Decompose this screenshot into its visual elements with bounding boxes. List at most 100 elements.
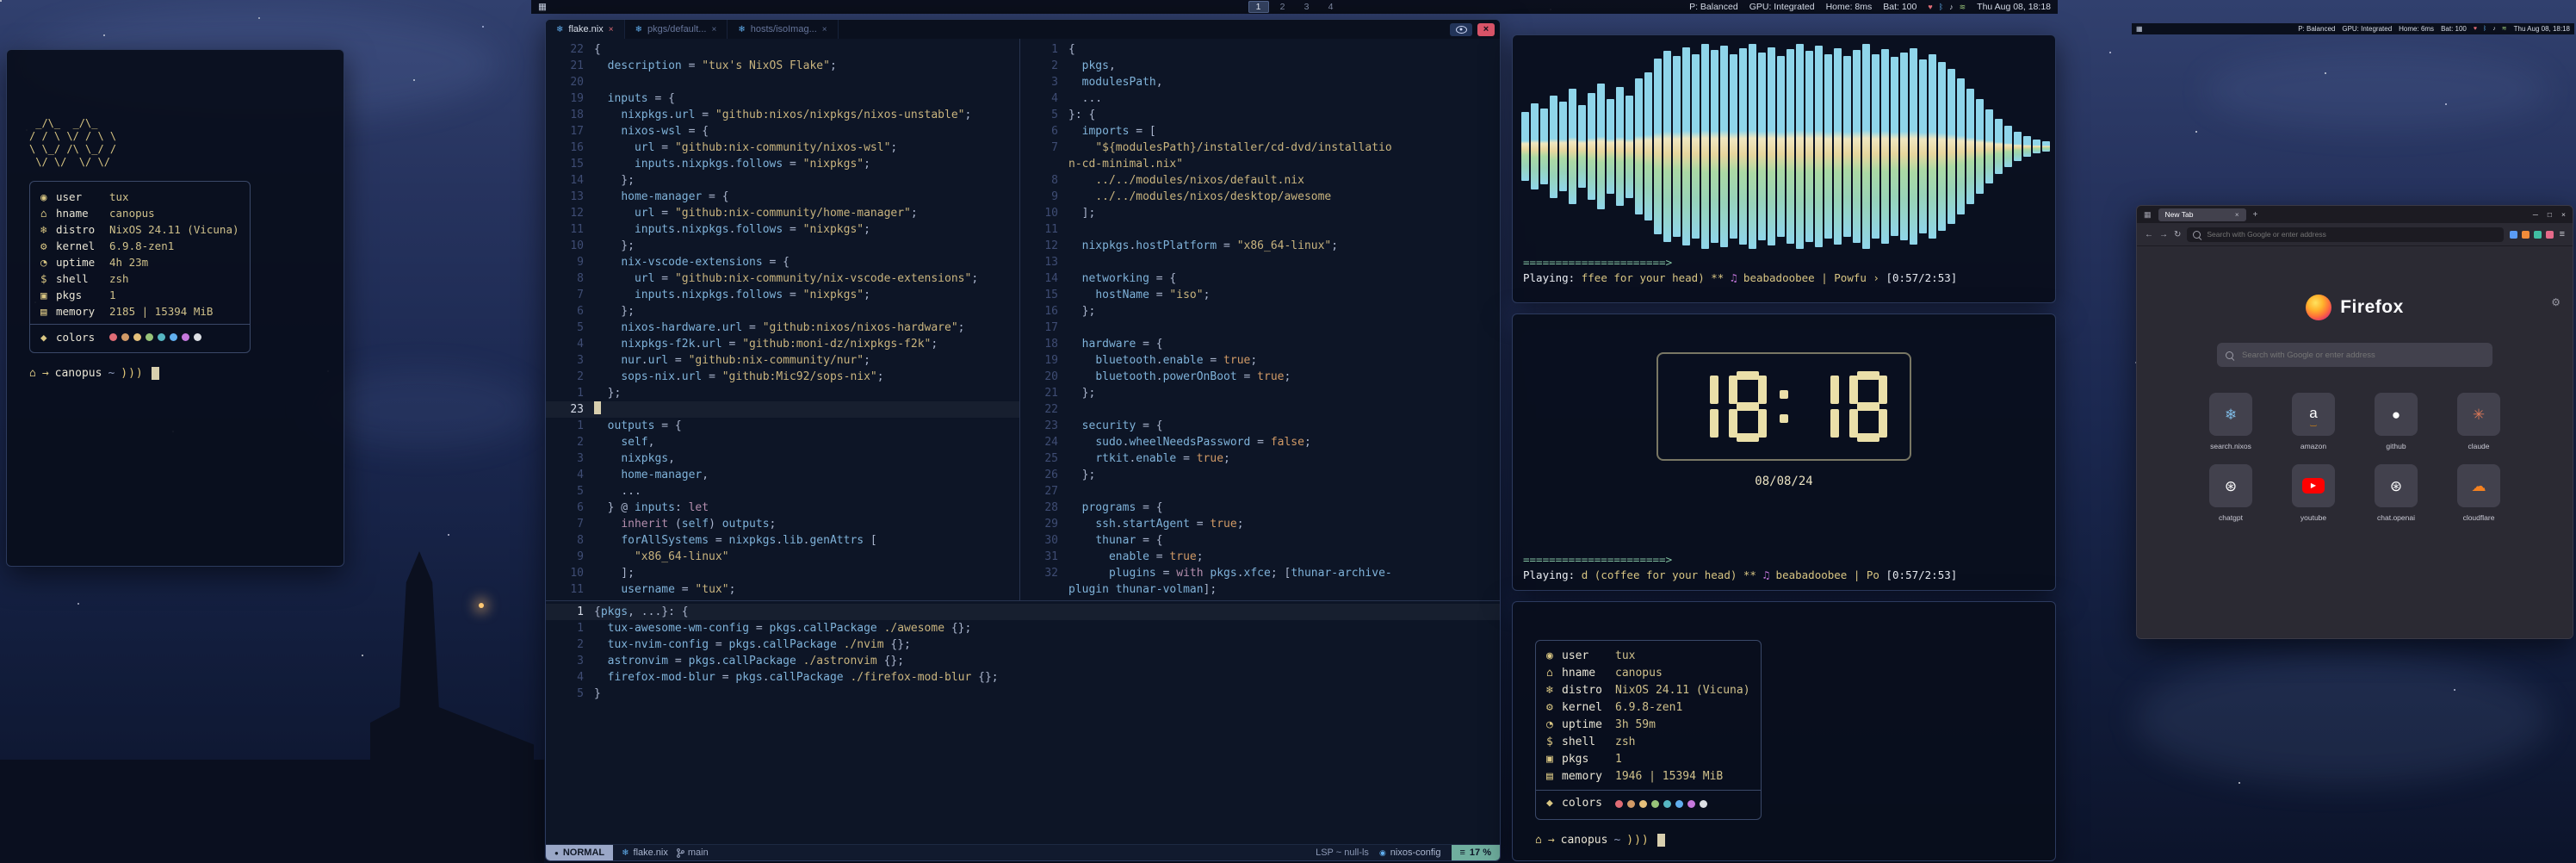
tab-close-icon[interactable]: × [2235,211,2239,219]
shortcut-search.nixos[interactable]: ❄search.nixos [2199,393,2263,450]
extension-icon-teal[interactable] [2534,231,2542,239]
fetch-value: 2185 | 15394 MiB [109,303,213,320]
desktop: ▦ 1234 P: Balanced GPU: Integrated Home:… [0,0,2576,863]
network-latency-indicator[interactable]: Home: 6ms [2399,25,2434,33]
line-number: 5 [546,320,594,336]
battery-indicator[interactable]: Bat: 100 [2441,25,2467,33]
toggle-preview-button[interactable] [1450,23,1472,36]
buffer-flake-nix[interactable]: 22{21 description = "tux's NixOS Flake";… [546,39,1019,600]
code-text: { [594,41,1019,58]
extension-icon-blue[interactable] [2510,231,2517,239]
editor-tab-flake-nix[interactable]: ❄flake.nix× [546,20,625,39]
heart-icon[interactable]: ♥ [2474,26,2477,32]
window-close-button[interactable]: × [1477,23,1495,36]
workspace-button-3[interactable]: 3 [1297,1,1317,13]
tab-close-icon[interactable]: × [822,25,827,34]
volume-icon[interactable]: ♪ [2492,26,2496,32]
workspace-button-2[interactable]: 2 [1273,1,1293,13]
git-branch-indicator[interactable]: main [677,847,709,858]
network-latency-indicator[interactable]: Home: 8ms [1826,2,1873,12]
buffer-iso-image[interactable]: 1{2 pkgs,3 modulesPath,4 ...5}: {6 impor… [1020,39,1500,600]
workspace-button-1[interactable]: 1 [1248,1,1269,13]
code-text: hardware = { [1068,336,1500,352]
date-display: 08/08/24 [1755,475,1812,488]
editor-tab-hosts-isoImag-[interactable]: ❄hosts/isoImag...× [728,20,838,39]
extension-icon-pink[interactable] [2546,231,2554,239]
clock-digit-8 [1729,371,1767,442]
code-text: ... [594,483,1019,500]
close-button[interactable]: × [2561,210,2566,219]
browser-tab-new-tab[interactable]: New Tab × [2158,208,2246,221]
address-bar[interactable] [2187,227,2503,242]
shortcut-claude[interactable]: ✳claude [2447,393,2511,450]
code-text: thunar = { [1068,532,1500,549]
line-number: 8 [1020,172,1068,189]
code-text: inherit (self) outputs; [594,516,1019,532]
visualizer-bar [1862,44,1870,249]
shortcut-chatgpt[interactable]: ⊛chatgpt [2199,464,2263,522]
line-number: 22 [1020,401,1068,418]
power-profile-indicator[interactable]: P: Balanced [2298,25,2335,33]
shell-prompt[interactable]: ⌂ → canopus ~ ))) [1535,834,2033,847]
app-menu-icon[interactable]: ▦ [2136,25,2143,33]
bar-clock[interactable]: Thu Aug 08, 18:18 [1977,2,2051,12]
fetch-label: colors [56,329,109,345]
tab-close-icon[interactable]: × [711,25,716,34]
palette-dot [1687,800,1695,808]
extension-icon-orange[interactable] [2522,231,2530,239]
bar-clock[interactable]: Thu Aug 08, 18:18 [2514,25,2570,33]
heart-icon[interactable]: ♥ [1928,3,1932,11]
wallpaper-tower-silhouette [370,551,534,863]
firefox-view-icon[interactable]: ▦ [2144,210,2152,220]
back-button[interactable]: ← [2145,230,2153,239]
project-indicator[interactable]: ◉ nixos-config [1379,847,1441,858]
buffer-pkgs-default[interactable]: 1{pkgs, ...}: {1 tux-awesome-wm-config =… [546,601,1500,844]
new-tab-button[interactable]: + [2253,210,2258,220]
visualizer-bar [1673,56,1681,236]
visualizer-bar [1891,57,1898,235]
gpu-indicator[interactable]: GPU: Integrated [1749,2,1815,12]
bluetooth-icon[interactable]: ᛒ [1939,3,1943,11]
kernel-icon: ⚙ [40,238,56,254]
editor-tab-pkgs-default-[interactable]: ❄pkgs/default...× [625,20,728,39]
code-line: 1 }; [546,385,1019,401]
gpu-indicator[interactable]: GPU: Integrated [2342,25,2392,33]
minimize-button[interactable]: ─ [2533,210,2538,219]
shortcut-tiles: ❄search.nixos a‿amazon ●github ✳claude ⊛chat… [2199,393,2511,522]
fetch-row-colors: ◆colors [40,329,239,345]
shortcut-amazon[interactable]: a‿amazon [2282,393,2345,450]
shortcut-chat.openai[interactable]: ⊛chat.openai [2364,464,2428,522]
network-icon[interactable]: ≋ [2502,26,2507,32]
personalize-gear-icon[interactable]: ⚙ [2551,296,2561,308]
code-text: plugin thunar-volman]; [1068,581,1500,598]
battery-indicator[interactable]: Bat: 100 [1883,2,1917,12]
visualizer-bar [2033,140,2040,154]
new-tab-search-bar[interactable] [2217,343,2492,367]
new-tab-search-input[interactable] [2240,350,2484,361]
code-text: pkgs, [1068,58,1500,74]
workspace-button-4[interactable]: 4 [1321,1,1341,13]
refresh-button[interactable]: ↻ [2174,230,2181,239]
shortcut-cloudflare[interactable]: ☁cloudflare [2447,464,2511,522]
line-number: 2 [1020,58,1068,74]
code-text: ... [1068,90,1500,107]
fetch-label: pkgs [56,287,109,303]
shell-prompt[interactable]: ⌂ → canopus ~ ))) [29,367,321,380]
firefox-navbar: ← → ↻ ≡ [2137,223,2573,246]
tab-close-icon[interactable]: × [609,25,614,34]
visualizer-bar [1521,112,1529,182]
app-menu-icon[interactable]: ▦ [538,2,547,12]
volume-icon[interactable]: ♪ [1949,3,1954,11]
hamburger-menu-icon[interactable]: ≡ [2560,229,2565,239]
network-icon[interactable]: ≋ [1960,3,1966,11]
power-profile-indicator[interactable]: P: Balanced [1689,2,1738,12]
address-input[interactable] [2205,229,2497,239]
forward-button[interactable]: → [2159,230,2168,239]
shortcut-youtube[interactable]: ▶youtube [2282,464,2345,522]
fetch-label: distro [1562,682,1615,699]
bluetooth-icon[interactable]: ᛒ [2483,26,2486,32]
maximize-button[interactable]: □ [2548,210,2552,219]
code-line: 1{pkgs, ...}: { [546,604,1500,620]
shortcut-github[interactable]: ●github [2364,393,2428,450]
code-text: bluetooth.enable = true; [1068,352,1500,369]
